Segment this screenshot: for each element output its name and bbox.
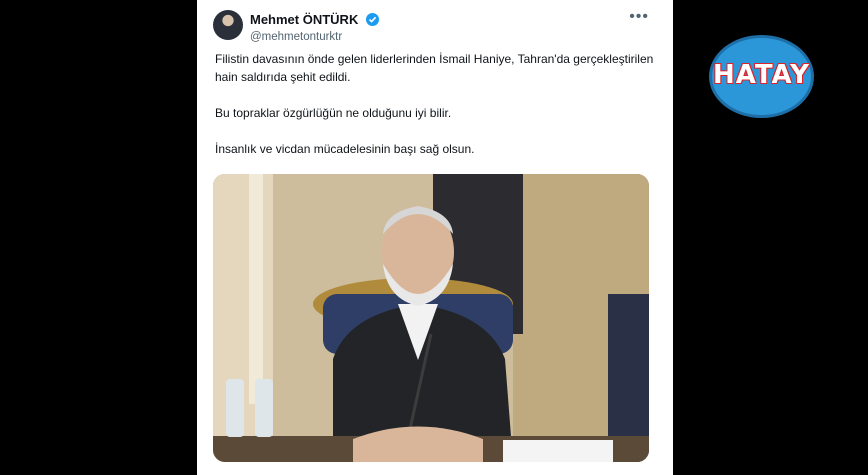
photo-illustration xyxy=(213,174,649,462)
author-info: Mehmet ÖNTÜRK @mehmetonturktr xyxy=(250,11,379,43)
verified-badge-icon xyxy=(365,13,379,26)
tweet-photo[interactable] xyxy=(213,174,649,462)
tweet-paragraph: Filistin davasının önde gelen liderlerin… xyxy=(215,52,654,84)
tweet-text: Filistin davasının önde gelen liderlerin… xyxy=(215,50,655,176)
author-handle[interactable]: @mehmetonturktr xyxy=(250,31,379,43)
tweet-paragraph: Bu topraklar özgürlüğün ne olduğunu iyi … xyxy=(215,106,452,120)
author-avatar[interactable] xyxy=(213,10,243,40)
tweet-header: Mehmet ÖNTÜRK @mehmetonturktr ••• xyxy=(213,8,657,44)
tweet-card: Mehmet ÖNTÜRK @mehmetonturktr ••• Filist… xyxy=(197,0,673,475)
tweet-paragraph: İnsanlık ve vicdan mücadelesinin başı sa… xyxy=(215,142,475,156)
author-display-name[interactable]: Mehmet ÖNTÜRK xyxy=(250,12,358,27)
more-options-icon[interactable]: ••• xyxy=(629,8,649,26)
channel-logo-text: HATAY xyxy=(712,60,811,90)
channel-logo: HATAY xyxy=(709,35,814,118)
